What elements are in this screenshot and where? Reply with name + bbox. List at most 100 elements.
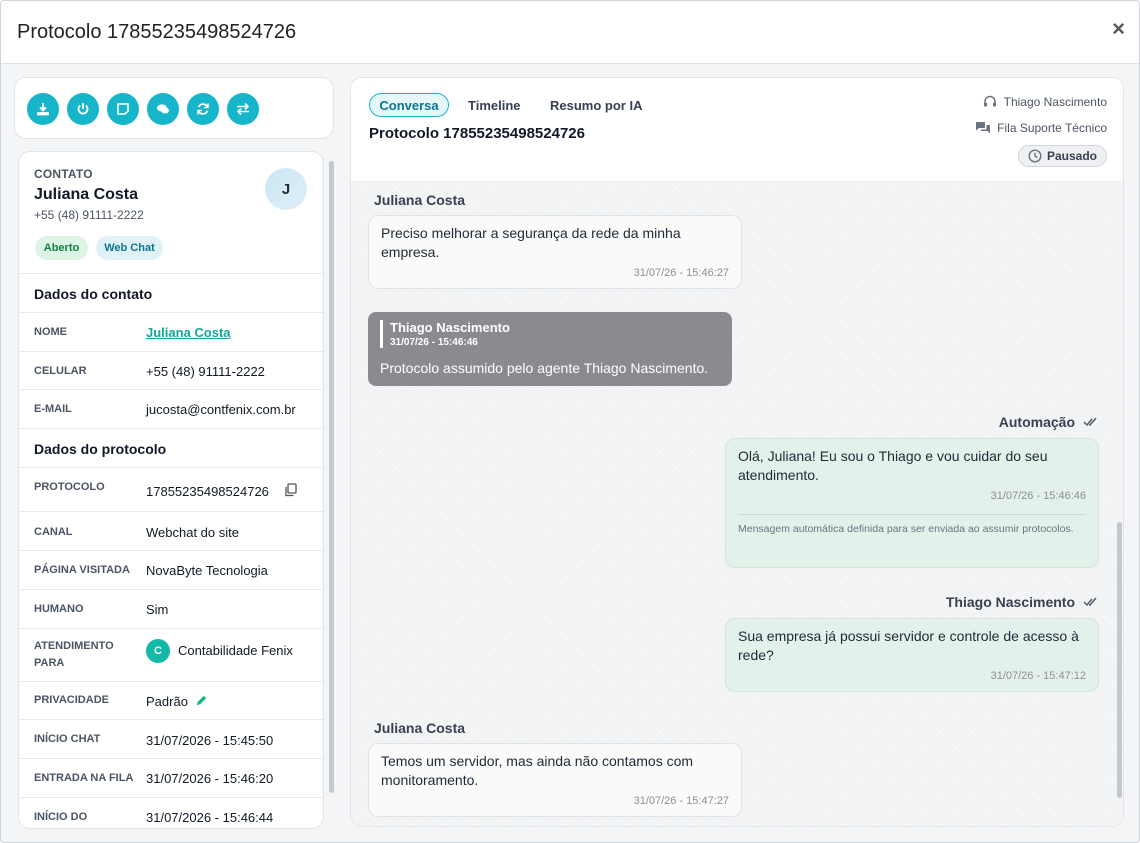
contact-scrollbar[interactable] xyxy=(329,161,335,821)
contact-panel: CONTATO Juliana Costa +55 (48) 91111-222… xyxy=(18,151,324,829)
field-value: +55 (48) 91111-2222 xyxy=(146,364,265,379)
field-value: 31/07/2026 - 15:46:20 xyxy=(146,771,274,786)
close-button[interactable]: × xyxy=(1112,18,1125,40)
field-label: HUMANO xyxy=(34,603,84,615)
field-row-humano: HUMANO Sim xyxy=(19,589,323,629)
system-quote: Thiago Nascimento 31/07/26 - 15:46:46 xyxy=(380,320,510,348)
section-protocol-data: Dados do protocolo xyxy=(34,441,167,457)
field-value: jucosta@contfenix.com.br xyxy=(146,402,296,417)
agent-name: Thiago Nascimento xyxy=(1003,95,1107,109)
chat-scrollbar[interactable] xyxy=(1117,522,1122,798)
system-text: Protocolo assumido pelo agente Thiago Na… xyxy=(380,360,709,376)
field-label: INÍCIO CHAT xyxy=(34,733,101,745)
system-time: 31/07/26 - 15:46:46 xyxy=(390,337,478,348)
field-label: NOME xyxy=(34,326,67,338)
download-icon xyxy=(37,103,49,116)
message-sender: Thiago Nascimento xyxy=(945,594,1075,610)
chat-button[interactable] xyxy=(147,93,179,125)
message-time: 31/07/26 - 15:47:12 xyxy=(990,670,1086,682)
clock-icon xyxy=(1028,149,1042,163)
double-check-icon xyxy=(1083,417,1097,427)
field-row-entrada-fila: ENTRADA NA FILA 31/07/2026 - 15:46:20 xyxy=(19,758,323,797)
chat-body: Juliana Costa Preciso melhorar a seguran… xyxy=(351,182,1123,826)
copy-icon[interactable] xyxy=(284,483,298,497)
field-label: CELULAR xyxy=(34,365,87,377)
field-row-nome: NOME Juliana Costa xyxy=(19,312,323,352)
note-button[interactable] xyxy=(107,93,139,125)
field-value: Sim xyxy=(146,602,169,617)
message-bubble: Preciso melhorar a segurança da rede da … xyxy=(368,215,742,289)
field-value: 31/07/2026 - 15:46:44 xyxy=(146,810,274,825)
field-row-celular: CELULAR +55 (48) 91111-2222 xyxy=(19,351,323,390)
field-value: 31/07/2026 - 15:45:50 xyxy=(146,733,274,748)
field-value: NovaByte Tecnologia xyxy=(146,563,268,578)
field-row-email: E-MAIL jucosta@contfenix.com.br xyxy=(19,389,323,428)
field-row-inicio-chat: INÍCIO CHAT 31/07/2026 - 15:45:50 xyxy=(19,719,323,758)
field-label: CANAL xyxy=(34,526,73,538)
field-row-pagina: PÁGINA VISITADA NovaByte Tecnologia xyxy=(19,550,323,590)
tab-timeline[interactable]: Timeline xyxy=(468,93,521,117)
refresh-button[interactable] xyxy=(187,93,219,125)
action-toolbar xyxy=(14,77,334,139)
message-text: Sua empresa já possui servidor e control… xyxy=(738,628,1079,663)
company-avatar: C xyxy=(146,639,170,663)
system-message: Thiago Nascimento 31/07/26 - 15:46:46 Pr… xyxy=(368,312,732,386)
field-label: INÍCIO DO xyxy=(34,811,88,823)
message-text: Temos um servidor, mas ainda não contamo… xyxy=(381,753,694,788)
field-row-atendimento: ATENDIMENTO PARA C Contabilidade Fenix xyxy=(19,628,323,682)
pencil-icon[interactable] xyxy=(195,694,208,707)
field-row-protocolo: PROTOCOLO 17855235498524726 xyxy=(19,467,323,512)
queue-info: Fila Suporte Técnico xyxy=(975,120,1107,136)
headset-icon xyxy=(983,95,996,107)
download-button[interactable] xyxy=(27,93,59,125)
contact-phone: +55 (48) 91111-2222 xyxy=(34,208,144,222)
message-sender-row: Thiago Nascimento xyxy=(946,594,1099,610)
message-time: 31/07/26 - 15:47:27 xyxy=(633,795,729,807)
field-label: PRIVACIDADE xyxy=(34,694,109,706)
modal-header: Protocolo 17855235498524726 × xyxy=(1,1,1139,64)
message-time: 31/07/26 - 15:46:27 xyxy=(633,267,729,279)
refresh-icon xyxy=(197,103,209,115)
chat-header: Conversa Timeline Resumo por IA Protocol… xyxy=(351,78,1123,182)
field-label: ENTRADA NA FILA xyxy=(34,772,134,784)
chat-panel: Conversa Timeline Resumo por IA Protocol… xyxy=(350,77,1124,827)
system-sender: Thiago Nascimento xyxy=(390,320,510,335)
field-value: Padrão xyxy=(146,694,188,709)
field-value: Webchat do site xyxy=(146,525,239,540)
contact-label: CONTATO xyxy=(34,167,93,181)
message-text: Olá, Juliana! Eu sou o Thiago e vou cuid… xyxy=(738,448,1048,483)
tab-conversa[interactable]: Conversa xyxy=(369,93,449,117)
message-time: 31/07/26 - 15:46:46 xyxy=(990,490,1086,502)
message-sender: Juliana Costa xyxy=(374,720,466,736)
field-row-canal: CANAL Webchat do site xyxy=(19,511,323,551)
contact-name-link[interactable]: Juliana Costa xyxy=(146,325,231,340)
transfer-button[interactable] xyxy=(227,93,259,125)
note-icon xyxy=(117,103,129,115)
field-label: ATENDIMENTO PARA xyxy=(34,640,114,669)
field-row-privacidade: PRIVACIDADE Padrão xyxy=(19,681,323,720)
chat-title: Protocolo 17855235498524726 xyxy=(369,125,585,142)
tab-resumo-ia[interactable]: Resumo por IA xyxy=(550,93,642,117)
field-label: E-MAIL xyxy=(34,403,72,415)
power-button[interactable] xyxy=(67,93,99,125)
status-pill[interactable]: Pausado xyxy=(1018,145,1107,167)
message-bubble: Temos um servidor, mas ainda não contamo… xyxy=(368,743,742,817)
scrollbar-thumb[interactable] xyxy=(329,161,334,793)
field-value: Contabilidade Fenix xyxy=(178,643,293,658)
protocol-modal: Protocolo 17855235498524726 × CONTATO Ju… xyxy=(0,0,1140,843)
message-bubble: Olá, Juliana! Eu sou o Thiago e vou cuid… xyxy=(725,438,1099,568)
message-bubble: Sua empresa já possui servidor e control… xyxy=(725,618,1099,692)
field-value: 17855235498524726 xyxy=(146,484,269,499)
power-icon xyxy=(77,103,89,115)
contact-name: Juliana Costa xyxy=(34,186,139,203)
avatar: J xyxy=(265,168,307,210)
automation-note: Mensagem automática definida para ser en… xyxy=(738,514,1086,538)
transfer-icon xyxy=(236,102,250,116)
double-check-icon xyxy=(1083,597,1097,607)
message-text: Preciso melhorar a segurança da rede da … xyxy=(381,225,681,260)
chat-icon xyxy=(157,104,169,114)
agent-info: Thiago Nascimento xyxy=(982,94,1107,110)
message-sender: Automação xyxy=(998,414,1075,430)
field-label: PROTOCOLO xyxy=(34,481,105,493)
section-contact-data: Dados do contato xyxy=(34,286,153,302)
